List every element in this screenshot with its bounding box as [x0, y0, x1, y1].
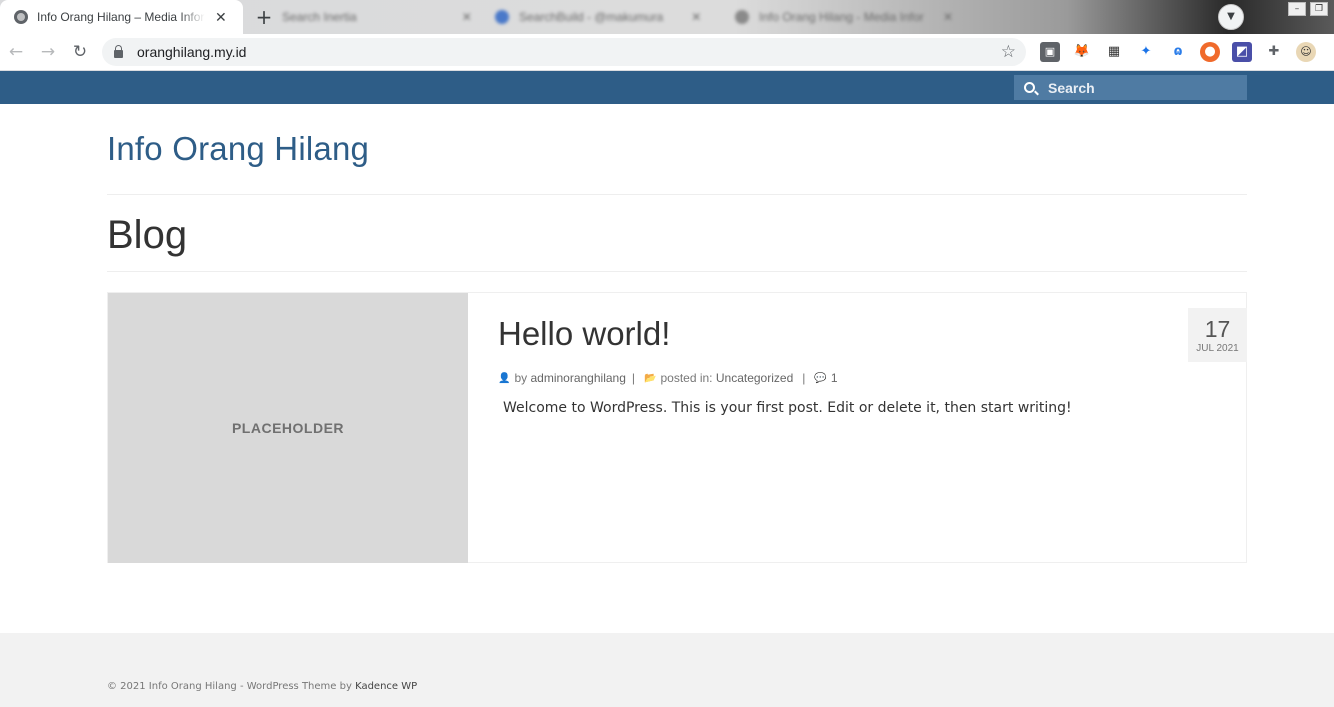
tab-favicon-icon	[495, 10, 509, 24]
qr-icon[interactable]: ▦	[1104, 42, 1124, 62]
divider	[107, 194, 1247, 195]
divider	[107, 271, 1247, 272]
meta-separator: |	[802, 371, 806, 385]
post-thumbnail[interactable]: PLACEHOLDER	[108, 293, 468, 563]
globe-icon	[14, 10, 28, 24]
tab-close-icon[interactable]: ✕	[943, 10, 953, 24]
tab-background-title: Search Inertia	[282, 10, 357, 24]
footer-credit: © 2021 Info Orang Hilang - WordPress The…	[107, 681, 417, 692]
search-form[interactable]	[1014, 75, 1247, 100]
reload-icon[interactable]: ↻	[69, 41, 91, 63]
minimize-icon[interactable]: –	[1288, 2, 1306, 16]
top-bar	[0, 71, 1334, 104]
user-icon: 👤	[498, 372, 511, 384]
by-label: by	[514, 371, 528, 385]
browser-toolbar: ← → ↻ oranghilang.my.id ☆ ▣ 🦊 ▦ ✦ ɷ ● ◩ …	[0, 34, 1334, 71]
ext-wave-icon[interactable]: ɷ	[1168, 42, 1188, 62]
tab-active[interactable]: Info Orang Hilang – Media Inform ✕	[0, 0, 243, 34]
comment-icon: 💬	[814, 372, 827, 384]
tab-background-1[interactable]: Search Inertia ✕	[282, 0, 472, 34]
tab-background-3[interactable]: Info Orang Hilang - Media Infor ✕	[735, 0, 953, 34]
browser-tabstrip: Info Orang Hilang – Media Inform ✕ + Sea…	[0, 0, 1334, 34]
site-title[interactable]: Info Orang Hilang	[107, 130, 369, 168]
search-input[interactable]	[1048, 79, 1228, 96]
author-link[interactable]: adminoranghilang	[530, 371, 625, 385]
puzzle-icon[interactable]: ✚	[1264, 42, 1284, 62]
post-meta: 👤 by adminoranghilang | 📂 posted in: Unc…	[498, 371, 838, 385]
back-arrow-icon[interactable]: ←	[5, 41, 27, 63]
new-tab-button[interactable]: +	[252, 5, 276, 29]
restore-icon[interactable]: ❐	[1310, 2, 1328, 16]
user-icon[interactable]: ▣	[1040, 42, 1060, 62]
forward-arrow-icon[interactable]: →	[37, 41, 59, 63]
tab-background-title: SearchBuild - @makumura	[519, 10, 664, 24]
thumbnail-label: PLACEHOLDER	[231, 420, 345, 436]
address-bar[interactable]: oranghilang.my.id ☆	[102, 38, 1026, 66]
date-month-year: JUL 2021	[1196, 343, 1239, 354]
star-ext-icon[interactable]: ✦	[1136, 42, 1156, 62]
copyright-text: © 2021 Info Orang Hilang - WordPress The…	[107, 681, 352, 692]
tab-close-icon[interactable]: ✕	[691, 10, 701, 24]
date-badge: 17 JUL 2021	[1188, 308, 1247, 362]
tab-background-2[interactable]: SearchBuild - @makumura ✕	[495, 0, 701, 34]
date-day: 17	[1204, 316, 1231, 342]
bookmark-star-icon[interactable]: ☆	[1001, 42, 1016, 62]
meta-separator: |	[631, 371, 636, 385]
tab-search-icon[interactable]: ▼	[1218, 4, 1244, 30]
tab-title: Info Orang Hilang – Media Inform	[37, 10, 205, 24]
tab-favicon-icon	[735, 10, 749, 24]
url-text[interactable]: oranghilang.my.id	[137, 44, 246, 60]
post-title[interactable]: Hello world!	[498, 315, 670, 353]
posted-in-label: posted in:	[660, 371, 713, 385]
tab-background-title: Info Orang Hilang - Media Infor	[759, 10, 924, 24]
category-link[interactable]: Uncategorized	[716, 371, 793, 385]
honey-icon[interactable]: ●	[1200, 42, 1220, 62]
folder-icon: 📂	[644, 372, 657, 384]
metamask-icon[interactable]: 🦊	[1072, 42, 1092, 62]
profile-avatar[interactable]: ☺	[1296, 42, 1316, 62]
tab-close-icon[interactable]: ✕	[462, 10, 472, 24]
lock-icon[interactable]	[114, 44, 123, 58]
ext-rss-icon[interactable]: ◩	[1232, 42, 1252, 62]
post-excerpt: Welcome to WordPress. This is your first…	[503, 400, 1072, 416]
comment-count-link[interactable]: 1	[831, 371, 838, 385]
page-title: Blog	[107, 213, 188, 257]
post-card: PLACEHOLDER Hello world! 👤 by adminorang…	[107, 292, 1247, 563]
theme-link[interactable]: Kadence WP	[355, 681, 417, 692]
tab-close-icon[interactable]: ✕	[215, 9, 227, 26]
search-icon[interactable]	[1024, 82, 1035, 93]
window-controls: – ❐	[1288, 2, 1328, 16]
site-footer: © 2021 Info Orang Hilang - WordPress The…	[0, 633, 1334, 707]
